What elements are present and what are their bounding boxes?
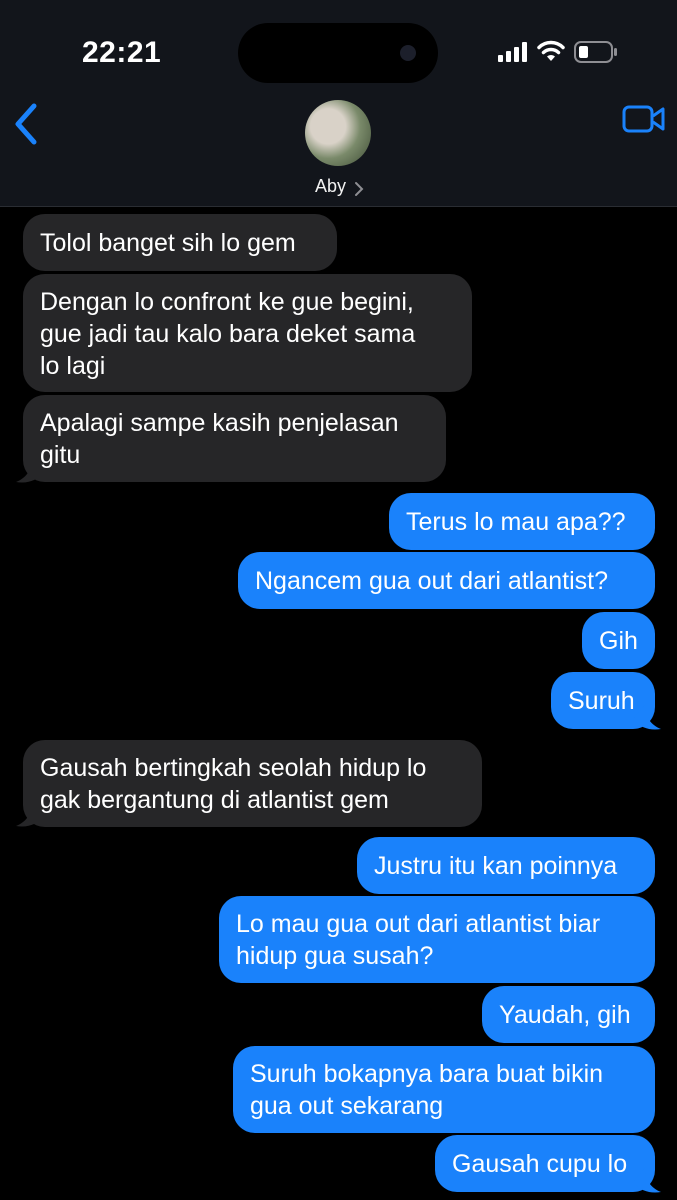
avatar[interactable] xyxy=(305,100,371,166)
message-bubble-outgoing[interactable]: Lo mau gua out dari atlantist biar hidup… xyxy=(219,896,655,983)
signal-icon xyxy=(498,42,527,62)
message-bubble-incoming[interactable]: Gausah bertingkah seolah hidup lo gak be… xyxy=(23,740,482,827)
message-bubble-outgoing[interactable]: Gih xyxy=(582,612,655,669)
bubble-tail xyxy=(633,1168,661,1193)
back-chevron-icon[interactable] xyxy=(10,102,40,146)
bubble-tail xyxy=(633,705,661,730)
message-bubble-outgoing[interactable]: Ngancem gua out dari atlantist? xyxy=(238,552,655,609)
message-bubble-incoming[interactable]: Apalagi sampe kasih penjelasan gitu xyxy=(23,395,446,482)
wifi-icon xyxy=(537,40,565,61)
dynamic-island xyxy=(238,23,438,83)
status-time: 22:21 xyxy=(82,36,162,69)
bubble-tail xyxy=(16,802,44,827)
message-bubble-outgoing[interactable]: Suruh bokapnya bara buat bikin gua out s… xyxy=(233,1046,655,1133)
contact-name[interactable]: Aby xyxy=(315,176,346,197)
chevron-right-icon[interactable] xyxy=(354,181,364,197)
conversation-header: 22:21 Aby xyxy=(0,0,677,207)
message-bubble-incoming[interactable]: Dengan lo confront ke gue begini, gue ja… xyxy=(23,274,472,392)
message-bubble-outgoing[interactable]: Terus lo mau apa?? xyxy=(389,493,655,550)
message-bubble-incoming[interactable]: Tolol banget sih lo gem xyxy=(23,214,337,271)
battery-icon xyxy=(574,41,617,63)
bubble-tail xyxy=(16,458,44,483)
message-bubble-outgoing[interactable]: Justru itu kan poinnya xyxy=(357,837,655,894)
message-bubble-outgoing[interactable]: Yaudah, gih xyxy=(482,986,655,1043)
video-call-icon[interactable] xyxy=(622,104,666,134)
message-bubble-outgoing[interactable]: Gausah cupu lo xyxy=(435,1135,655,1192)
